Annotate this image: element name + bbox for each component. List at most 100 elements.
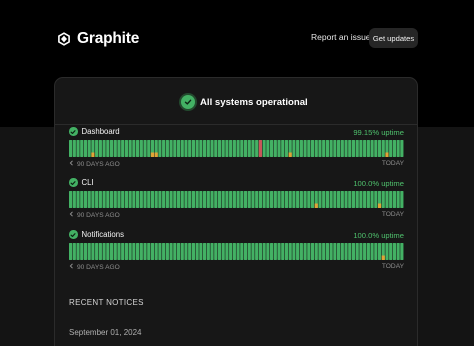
uptime-day-bar[interactable] <box>288 191 292 208</box>
uptime-day-bar[interactable] <box>203 243 207 260</box>
uptime-day-bar[interactable] <box>221 191 225 208</box>
uptime-day-bar[interactable] <box>392 140 397 157</box>
uptime-day-bar[interactable] <box>299 191 303 208</box>
uptime-day-bar[interactable] <box>258 243 263 260</box>
uptime-day-bar[interactable] <box>203 140 207 157</box>
uptime-day-bar[interactable] <box>136 191 140 208</box>
uptime-day-bar[interactable] <box>355 243 359 260</box>
uptime-day-bar[interactable] <box>113 243 117 260</box>
uptime-outage-marker[interactable] <box>258 140 263 157</box>
uptime-day-bar[interactable] <box>270 191 274 208</box>
uptime-day-bar[interactable] <box>80 243 84 260</box>
uptime-day-bar[interactable] <box>284 140 289 157</box>
uptime-day-bar[interactable] <box>132 140 136 157</box>
uptime-day-bar[interactable] <box>229 243 233 260</box>
uptime-day-bar[interactable] <box>106 140 110 157</box>
uptime-day-bar[interactable] <box>87 243 91 260</box>
uptime-partial-marker[interactable] <box>154 152 158 158</box>
uptime-day-bar[interactable] <box>150 243 155 260</box>
uptime-day-bar[interactable] <box>180 191 184 208</box>
uptime-day-bar[interactable] <box>232 140 236 157</box>
uptime-day-bar[interactable] <box>243 243 248 260</box>
uptime-day-bar[interactable] <box>281 140 285 157</box>
uptime-day-bar[interactable] <box>374 140 378 157</box>
uptime-day-bar[interactable] <box>136 243 140 260</box>
uptime-partial-marker[interactable] <box>288 152 292 158</box>
uptime-day-bar[interactable] <box>355 191 359 208</box>
uptime-day-bar[interactable] <box>299 140 303 157</box>
uptime-partial-marker[interactable] <box>381 255 385 261</box>
uptime-day-bar[interactable] <box>255 140 259 157</box>
uptime-day-bar[interactable] <box>169 243 173 260</box>
uptime-day-bar[interactable] <box>318 243 322 260</box>
uptime-day-bar[interactable] <box>344 243 348 260</box>
uptime-day-bar[interactable] <box>232 243 236 260</box>
uptime-day-bar[interactable] <box>247 140 251 157</box>
uptime-day-bar[interactable] <box>87 191 91 208</box>
uptime-day-bar[interactable] <box>340 191 344 208</box>
uptime-day-bar[interactable] <box>121 243 125 260</box>
uptime-day-bar[interactable] <box>273 140 277 157</box>
uptime-day-bar[interactable] <box>184 191 188 208</box>
uptime-day-bar[interactable] <box>325 243 330 260</box>
uptime-day-bar[interactable] <box>106 191 110 208</box>
uptime-day-bar[interactable] <box>214 243 218 260</box>
uptime-day-bar[interactable] <box>303 191 307 208</box>
uptime-day-bar[interactable] <box>143 191 147 208</box>
uptime-day-bar[interactable] <box>385 243 389 260</box>
uptime-day-bar[interactable] <box>262 191 266 208</box>
uptime-day-bar[interactable] <box>400 191 404 208</box>
uptime-day-bar[interactable] <box>158 191 162 208</box>
uptime-day-bar[interactable] <box>325 191 330 208</box>
uptime-day-bar[interactable] <box>165 243 169 260</box>
uptime-day-bar[interactable] <box>296 140 300 157</box>
uptime-day-bar[interactable] <box>329 140 333 157</box>
uptime-day-bar[interactable] <box>273 243 277 260</box>
uptime-day-bar[interactable] <box>303 140 307 157</box>
uptime-day-bar[interactable] <box>184 140 188 157</box>
uptime-day-bar[interactable] <box>91 243 95 260</box>
uptime-day-bar[interactable] <box>154 243 158 260</box>
uptime-day-bar[interactable] <box>162 243 166 260</box>
uptime-day-bar[interactable] <box>72 140 76 157</box>
uptime-day-bar[interactable] <box>281 243 285 260</box>
uptime-day-bar[interactable] <box>262 140 266 157</box>
uptime-day-bar[interactable] <box>83 140 88 157</box>
uptime-day-bar[interactable] <box>102 191 106 208</box>
uptime-day-bar[interactable] <box>240 191 244 208</box>
uptime-day-bar[interactable] <box>322 191 326 208</box>
uptime-day-bar[interactable] <box>370 243 374 260</box>
uptime-day-bar[interactable] <box>374 243 378 260</box>
uptime-day-bar[interactable] <box>236 243 240 260</box>
uptime-partial-marker[interactable] <box>314 203 318 209</box>
uptime-day-bar[interactable] <box>184 243 188 260</box>
uptime-partial-marker[interactable] <box>91 152 95 158</box>
uptime-day-bar[interactable] <box>251 243 255 260</box>
uptime-day-bar[interactable] <box>143 140 147 157</box>
uptime-day-bar[interactable] <box>124 140 129 157</box>
uptime-day-bar[interactable] <box>69 140 73 157</box>
uptime-day-bar[interactable] <box>307 243 311 260</box>
uptime-day-bar[interactable] <box>396 243 400 260</box>
uptime-day-bar[interactable] <box>169 140 173 157</box>
uptime-day-bar[interactable] <box>162 140 166 157</box>
uptime-day-bar[interactable] <box>288 243 292 260</box>
uptime-day-bar[interactable] <box>180 140 184 157</box>
uptime-day-bar[interactable] <box>76 191 80 208</box>
notice-date[interactable]: September 01, 2024 <box>69 328 142 337</box>
uptime-day-bar[interactable] <box>318 140 322 157</box>
uptime-day-bar[interactable] <box>199 191 203 208</box>
uptime-day-bar[interactable] <box>392 243 397 260</box>
uptime-day-bar[interactable] <box>240 243 244 260</box>
uptime-day-bar[interactable] <box>188 140 192 157</box>
uptime-day-bar[interactable] <box>210 191 214 208</box>
uptime-day-bar[interactable] <box>296 243 300 260</box>
uptime-day-bar[interactable] <box>359 243 363 260</box>
uptime-day-bar[interactable] <box>128 243 132 260</box>
uptime-day-bar[interactable] <box>310 243 315 260</box>
uptime-day-bar[interactable] <box>109 191 114 208</box>
uptime-partial-marker[interactable] <box>377 203 382 209</box>
uptime-day-bar[interactable] <box>340 140 344 157</box>
uptime-day-bar[interactable] <box>199 243 203 260</box>
uptime-day-bar[interactable] <box>87 140 91 157</box>
